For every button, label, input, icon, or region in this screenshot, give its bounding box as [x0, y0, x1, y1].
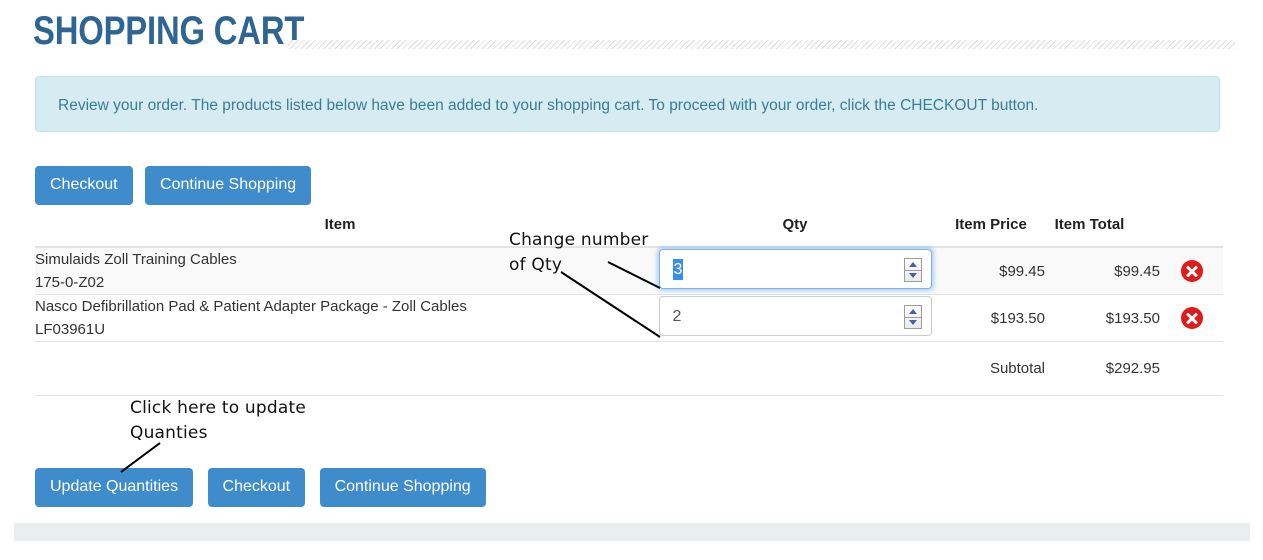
subtotal-label: Subtotal — [945, 341, 1045, 396]
subtotal-spacer-item — [35, 341, 645, 396]
cart-item-name: Nasco Defibrillation Pad & Patient Adapt… — [35, 298, 467, 315]
subtotal-value: $292.95 — [1045, 341, 1160, 396]
continue-shopping-button-top[interactable]: Continue Shopping — [145, 166, 312, 205]
annotation-update-quantities: Click here to update Quanties — [130, 398, 306, 443]
cart-item-qty-cell: 3 — [645, 247, 945, 295]
qty-stepper-icon[interactable] — [903, 258, 922, 282]
qty-input[interactable]: 3 — [658, 249, 932, 289]
cart-item-price: $193.50 — [945, 294, 1045, 342]
page-header: SHOPPING CART — [33, 8, 1235, 60]
cart-item-sku: LF03961U — [35, 321, 106, 338]
remove-circle-icon[interactable] — [1180, 260, 1203, 282]
update-quantities-button[interactable]: Update Quantities — [35, 468, 194, 507]
column-header-qty: Qty — [645, 216, 945, 248]
cart-item-remove-cell — [1160, 247, 1223, 295]
continue-shopping-button-bottom[interactable]: Continue Shopping — [319, 468, 486, 507]
cart-item-description: Nasco Defibrillation Pad & Patient Adapt… — [35, 294, 645, 342]
top-button-group: Checkout Continue Shopping — [35, 166, 319, 206]
title-hatched-rule — [288, 40, 1235, 49]
subtotal-spacer-remove — [1160, 341, 1223, 396]
cart-item-total: $99.45 — [1045, 247, 1160, 295]
annotation-change-qty: Change number of Qty — [509, 230, 649, 275]
stepper-divider — [904, 270, 921, 271]
qty-input-value: 2 — [672, 308, 682, 325]
subtotal-row: Subtotal $292.95 — [35, 341, 1223, 396]
column-header-item-price: Item Price — [945, 216, 1045, 248]
table-row: Nasco Defibrillation Pad & Patient Adapt… — [35, 294, 1223, 342]
checkout-button-top[interactable]: Checkout — [35, 166, 133, 205]
cart-item-remove-cell — [1160, 294, 1223, 342]
qty-input-value: 3 — [672, 259, 684, 280]
bottom-button-group: Update Quantities Checkout Continue Shop… — [35, 468, 496, 510]
subtotal-spacer-qty — [645, 341, 945, 396]
cart-item-qty-cell: 2 — [645, 294, 945, 342]
qty-stepper-icon[interactable] — [903, 305, 922, 329]
stepper-divider — [904, 317, 921, 318]
cart-item-total: $193.50 — [1045, 294, 1160, 342]
column-header-remove — [1160, 216, 1223, 248]
checkout-button-bottom[interactable]: Checkout — [207, 468, 306, 507]
remove-circle-icon[interactable] — [1180, 307, 1203, 329]
column-header-item-total: Item Total — [1045, 216, 1160, 248]
qty-input[interactable]: 2 — [658, 296, 932, 336]
info-banner: Review your order. The products listed b… — [35, 76, 1220, 132]
footer-band — [14, 523, 1250, 541]
cart-item-price: $99.45 — [945, 247, 1045, 295]
info-banner-text: Review your order. The products listed b… — [58, 97, 1039, 114]
page-title: SHOPPING CART — [33, 9, 305, 53]
